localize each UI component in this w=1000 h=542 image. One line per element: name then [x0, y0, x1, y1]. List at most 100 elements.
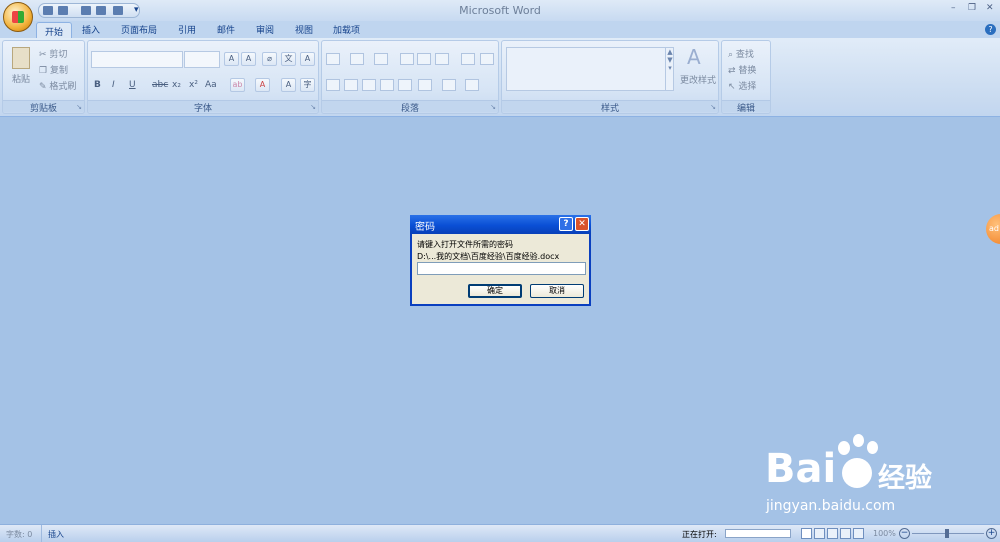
web-layout-icon[interactable]	[827, 528, 838, 539]
print-layout-icon[interactable]	[801, 528, 812, 539]
office-button[interactable]	[3, 2, 33, 32]
zoom-level[interactable]: 100%	[873, 529, 896, 538]
strikethrough-button[interactable]: abc	[152, 80, 168, 90]
chinese-layout-icon[interactable]	[435, 53, 449, 65]
grow-font-icon[interactable]: A	[224, 52, 239, 66]
sort-icon[interactable]	[461, 53, 475, 65]
align-right-icon[interactable]	[362, 79, 376, 91]
insert-mode[interactable]: 插入	[48, 529, 64, 540]
char-shading-icon[interactable]: A	[281, 78, 296, 92]
change-styles-icon[interactable]: A	[687, 45, 701, 69]
tab-mailings[interactable]: 邮件	[217, 23, 235, 36]
borders-icon[interactable]	[465, 79, 479, 91]
char-border-icon[interactable]: A	[300, 52, 315, 66]
minimize-icon[interactable]: –	[951, 3, 956, 13]
change-styles-button[interactable]: 更改样式	[680, 73, 716, 86]
watermark-url: jingyan.baidu.com	[766, 498, 896, 514]
tab-review[interactable]: 审阅	[256, 23, 274, 36]
superscript-button[interactable]: x²	[189, 80, 198, 90]
font-size-box[interactable]	[184, 51, 220, 68]
increase-indent-icon[interactable]	[417, 53, 431, 65]
change-case-button[interactable]: Aa	[205, 80, 217, 90]
show-marks-icon[interactable]	[480, 53, 494, 65]
multilevel-list-icon[interactable]	[374, 53, 388, 65]
password-dialog: 密码 ? ✕ 请键入打开文件所需的密码 D:\...我的文档\百度经验\百度经验…	[410, 215, 591, 306]
styles-group-label: 样式	[502, 100, 718, 114]
help-question-icon[interactable]: ?	[559, 217, 573, 231]
tab-addins[interactable]: 加载项	[333, 23, 360, 36]
zoom-in-icon[interactable]: +	[986, 528, 997, 539]
full-screen-icon[interactable]	[814, 528, 825, 539]
zoom-out-icon[interactable]: −	[899, 528, 910, 539]
gallery-scroll-icon[interactable]: ▲ ▼ ▾	[665, 48, 674, 90]
font-name-box[interactable]	[91, 51, 183, 68]
styles-gallery[interactable]	[506, 47, 674, 91]
paragraph-group: 段落 ↘	[321, 40, 499, 114]
distribute-icon[interactable]	[398, 79, 412, 91]
cut-icon: ✂	[39, 50, 50, 60]
view-buttons	[801, 528, 867, 540]
justify-icon[interactable]	[380, 79, 394, 91]
word-count[interactable]: 字数: 0	[6, 529, 32, 540]
numbering-icon[interactable]	[350, 53, 364, 65]
title-bar: ▾ Microsoft Word – ❐ ✕	[0, 0, 1000, 21]
copy-button[interactable]: ❐ 复制	[39, 63, 68, 76]
format-painter-button[interactable]: ✎ 格式刷	[39, 79, 76, 92]
restore-icon[interactable]: ❐	[968, 3, 976, 13]
align-left-icon[interactable]	[326, 79, 340, 91]
shading-icon[interactable]	[442, 79, 456, 91]
subscript-button[interactable]: x₂	[172, 80, 181, 90]
tab-insert[interactable]: 插入	[82, 23, 100, 36]
phonetic-icon[interactable]: 文	[281, 52, 296, 66]
enclose-char-icon[interactable]: 字	[300, 78, 315, 92]
bold-button[interactable]: B	[94, 80, 101, 90]
font-launcher-icon[interactable]: ↘	[310, 103, 316, 111]
underline-button[interactable]: U	[129, 80, 136, 90]
find-icon: ⌕	[728, 50, 736, 60]
ribbon-tabs: 开始 插入 页面布局 引用 邮件 审阅 视图 加载项 ?	[0, 21, 1000, 39]
brush-icon: ✎	[39, 82, 50, 92]
password-input[interactable]	[417, 262, 586, 275]
shrink-font-icon[interactable]: A	[241, 52, 256, 66]
tab-home[interactable]: 开始	[36, 22, 73, 39]
bullets-icon[interactable]	[326, 53, 340, 65]
close-window-icon[interactable]: ✕	[986, 3, 994, 13]
floating-badge[interactable]: ad	[986, 214, 1000, 244]
outline-icon[interactable]	[840, 528, 851, 539]
find-button[interactable]: ⌕ 查找	[728, 47, 754, 60]
select-button[interactable]: ↖ 选择	[728, 79, 756, 92]
office-logo-icon	[12, 11, 24, 23]
paw-icon	[838, 441, 850, 455]
help-icon[interactable]: ?	[985, 24, 996, 35]
decrease-indent-icon[interactable]	[400, 53, 414, 65]
ok-button[interactable]: 确定	[468, 284, 522, 298]
cancel-button[interactable]: 取消	[530, 284, 584, 298]
align-center-icon[interactable]	[344, 79, 358, 91]
tab-view[interactable]: 视图	[295, 23, 313, 36]
paste-icon[interactable]	[12, 47, 30, 69]
draft-icon[interactable]	[853, 528, 864, 539]
replace-button[interactable]: ⇄ 替换	[728, 63, 756, 76]
dialog-title: 密码	[415, 222, 435, 233]
dialog-title-bar: 密码 ? ✕	[410, 215, 591, 234]
file-path: D:\...我的文档\百度经验\百度经验.docx	[417, 252, 560, 261]
highlight-icon[interactable]: ab	[230, 78, 245, 92]
clear-format-icon[interactable]: ⌀	[262, 52, 277, 66]
italic-button[interactable]: I	[112, 80, 115, 90]
font-group-label: 字体	[88, 100, 318, 114]
baidu-logo-text: Bai	[765, 446, 837, 492]
status-bar: 字数: 0 插入 正在打开: 100% − +	[0, 524, 1000, 542]
tab-references[interactable]: 引用	[178, 23, 196, 36]
editing-group: ⌕ 查找 ⇄ 替换 ↖ 选择 编辑	[721, 40, 771, 114]
cut-button[interactable]: ✂ 剪切	[39, 47, 67, 60]
styles-launcher-icon[interactable]: ↘	[710, 103, 716, 111]
line-spacing-icon[interactable]	[418, 79, 432, 91]
clipboard-launcher-icon[interactable]: ↘	[76, 103, 82, 111]
font-group: A A ⌀ 文 A B I U abc x₂ x² Aa ab A A 字 字体…	[87, 40, 319, 114]
paste-button[interactable]: 粘贴	[12, 72, 30, 85]
font-color-icon[interactable]: A	[255, 78, 270, 92]
paragraph-launcher-icon[interactable]: ↘	[490, 103, 496, 111]
zoom-slider-thumb[interactable]	[945, 529, 949, 538]
close-icon[interactable]: ✕	[575, 217, 589, 231]
tab-page-layout[interactable]: 页面布局	[121, 23, 157, 36]
